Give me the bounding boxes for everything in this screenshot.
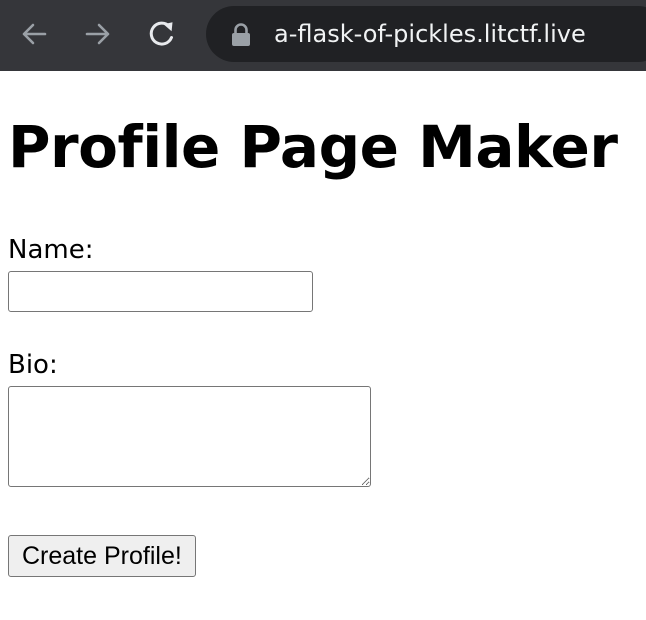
url-text: a-flask-of-pickles.litctf.live bbox=[274, 20, 586, 48]
reload-icon bbox=[149, 21, 173, 46]
address-bar[interactable]: a-flask-of-pickles.litctf.live bbox=[206, 6, 646, 62]
name-label: Name: bbox=[8, 235, 94, 265]
bio-textarea[interactable] bbox=[8, 386, 371, 487]
lock-icon bbox=[232, 23, 250, 46]
reload-button[interactable] bbox=[144, 16, 180, 52]
name-input[interactable] bbox=[8, 271, 313, 312]
bio-label: Bio: bbox=[8, 350, 58, 380]
arrow-right-icon bbox=[85, 23, 110, 45]
back-button[interactable] bbox=[16, 16, 52, 52]
browser-toolbar: a-flask-of-pickles.litctf.live bbox=[0, 0, 646, 71]
arrow-left-icon bbox=[22, 23, 47, 45]
profile-form: Name: Bio: Create Profile! bbox=[8, 235, 646, 577]
page-title: Profile Page Maker bbox=[8, 113, 618, 181]
create-profile-button[interactable]: Create Profile! bbox=[8, 535, 196, 577]
page-content: Profile Page Maker Name: Bio: Create Pro… bbox=[0, 115, 646, 577]
forward-button[interactable] bbox=[80, 16, 116, 52]
